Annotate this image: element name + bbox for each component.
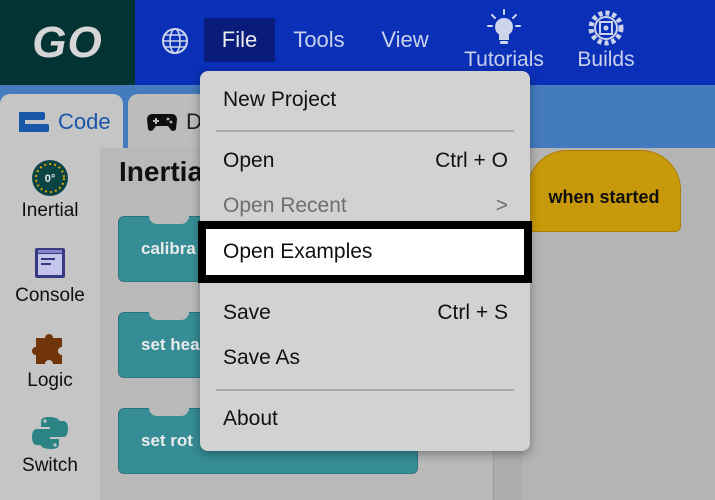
category-label: Logic <box>27 370 73 391</box>
app-logo: GO <box>0 0 135 85</box>
block-label: calibra <box>141 239 196 258</box>
block-label: set rot <box>141 431 193 450</box>
menu-item-shortcut: Ctrl + S <box>437 301 508 324</box>
category-logic[interactable]: Logic <box>0 328 100 392</box>
console-window-icon <box>35 248 65 278</box>
menu-item-save-as[interactable]: Save As <box>200 338 530 378</box>
category-label: Switch <box>22 455 78 476</box>
block-categories: 0° Inertial Console Logic Switch <box>0 148 100 500</box>
lightbulb-icon <box>487 9 521 44</box>
flyout-title: Inertia <box>119 156 204 187</box>
tutorials-button[interactable]: Tutorials <box>458 8 550 72</box>
menu-item-about[interactable]: About <box>200 399 530 439</box>
puzzle-piece-icon <box>32 334 62 364</box>
gamepad-icon <box>147 114 177 131</box>
menu-item-open[interactable]: Open Ctrl + O <box>200 141 530 181</box>
category-label: Inertial <box>21 200 79 221</box>
hat-block-label: when started <box>548 186 660 207</box>
category-label: Console <box>15 285 85 306</box>
menu-item-label: Open Examples <box>223 240 373 263</box>
logo-text: GO <box>32 17 103 67</box>
menu-item-label: Save As <box>223 346 301 369</box>
category-inertial[interactable]: 0° Inertial <box>0 158 100 222</box>
menu-item-open-examples[interactable]: Open Examples <box>198 221 532 283</box>
code-blocks-icon <box>19 112 49 132</box>
when-started-block[interactable]: when started <box>527 150 681 232</box>
menu-item-shortcut: Ctrl + O <box>435 149 508 172</box>
globe-icon[interactable] <box>161 27 189 55</box>
inertial-badge-text: 0° <box>45 173 56 185</box>
menu-divider <box>216 130 514 132</box>
view-menu-button[interactable]: View <box>372 18 438 62</box>
tutorials-label: Tutorials <box>464 48 544 71</box>
block-label: set hea <box>141 335 200 354</box>
menu-divider <box>216 389 514 391</box>
menu-item-save[interactable]: Save Ctrl + S <box>200 293 530 333</box>
menu-item-open-recent[interactable]: Open Recent > <box>200 186 530 226</box>
python-logo-icon <box>32 417 68 449</box>
tab-code[interactable]: Code <box>0 94 123 150</box>
menu-item-label: About <box>223 407 278 430</box>
menu-item-label: Save <box>223 301 271 324</box>
builds-button[interactable]: Builds <box>570 8 642 72</box>
gear-icon <box>588 10 624 46</box>
builds-label: Builds <box>577 48 635 71</box>
submenu-arrow-icon: > <box>495 194 508 217</box>
menu-item-label: New Project <box>223 88 337 111</box>
tab-drive[interactable]: D <box>128 94 208 150</box>
file-menu-button[interactable]: File <box>204 18 275 62</box>
menu-item-label: Open <box>223 149 275 172</box>
category-console[interactable]: Console <box>0 243 100 307</box>
tools-menu-button[interactable]: Tools <box>283 18 355 62</box>
tab-code-label: Code <box>58 109 111 134</box>
menu-item-new-project[interactable]: New Project <box>200 80 530 120</box>
inertial-dial-icon: 0° <box>32 160 68 196</box>
category-switch[interactable]: Switch <box>0 413 100 477</box>
app-root: GO File Tools View Tutorials Builds Code… <box>0 0 715 500</box>
menu-item-label: Open Recent <box>223 194 347 217</box>
